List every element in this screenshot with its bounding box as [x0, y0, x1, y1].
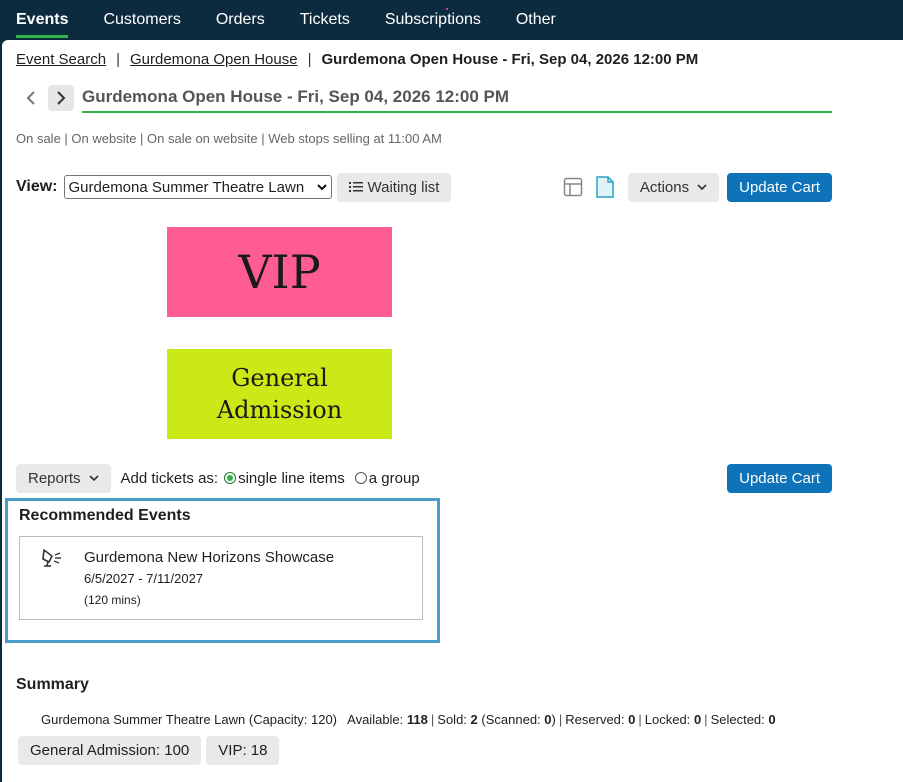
recommended-event-dates: 6/5/2027 - 7/11/2027 — [84, 571, 204, 586]
nav-other[interactable]: Other — [516, 0, 556, 40]
previous-performance-button[interactable] — [18, 85, 44, 111]
selected-label: Selected: — [710, 712, 765, 727]
recommended-event-name[interactable]: Gurdemona New Horizons Showcase — [84, 549, 334, 566]
main-panel: Event Search | Gurdemona Open House | Gu… — [2, 40, 903, 782]
ga-label-line1: General — [231, 364, 328, 392]
waiting-list-button[interactable]: Waiting list — [336, 172, 452, 202]
selected-count: 0 — [768, 712, 776, 727]
top-nav: Events Customers Orders Tickets Subscrip… — [0, 0, 903, 40]
nav-subscriptions[interactable]: Subscriptions — [385, 0, 481, 40]
waiting-list-label: Waiting list — [367, 178, 440, 196]
chevron-down-icon — [316, 184, 327, 191]
chevron-down-icon — [697, 184, 707, 191]
summary-venue: Gurdemona Summer Theatre Lawn (Capacity:… — [41, 712, 338, 727]
spotlight-icon — [42, 549, 61, 567]
recommended-event-duration: (120 mins) — [84, 593, 141, 607]
recommended-events-title: Recommended Events — [19, 507, 191, 524]
chip-vip[interactable]: VIP: 18 — [206, 736, 280, 765]
chevron-left-icon — [26, 91, 35, 105]
nav-orders[interactable]: Orders — [216, 0, 265, 40]
add-tickets-as-label: Add tickets as: — [120, 469, 219, 487]
group-label[interactable]: a group — [369, 470, 420, 487]
recommended-events-panel: Recommended Events Gurdemona New Horizon… — [5, 498, 440, 643]
nav-indicator-dot — [446, 8, 448, 10]
list-icon — [348, 182, 363, 192]
reserved-count: 0 — [628, 712, 636, 727]
document-icon — [596, 176, 614, 198]
scanned-count: 0 — [544, 712, 552, 727]
view-select[interactable]: Gurdemona Summer Theatre Lawn — [63, 175, 332, 199]
general-admission-label: General Admission — [217, 362, 342, 426]
update-cart-button[interactable]: Update Cart — [727, 172, 832, 202]
view-select-value: Gurdemona Summer Theatre Lawn — [68, 178, 305, 196]
breadcrumb: Event Search | Gurdemona Open House | Gu… — [16, 51, 698, 68]
locked-count: 0 — [693, 712, 702, 727]
actions-menu-button[interactable]: Actions — [627, 172, 720, 202]
vip-section[interactable]: VIP — [167, 227, 392, 317]
event-status: On sale | On website | On sale on websit… — [16, 131, 442, 146]
view-label: View: — [16, 178, 58, 195]
group-radio[interactable] — [354, 472, 367, 484]
chevron-right-icon — [57, 91, 66, 105]
nav-events[interactable]: Events — [16, 0, 69, 40]
ticket-options-row: Reports Add tickets as: single line item… — [16, 463, 832, 493]
breadcrumb-event-search[interactable]: Event Search — [16, 51, 106, 68]
actions-label: Actions — [639, 178, 690, 196]
summary-title: Summary — [16, 676, 89, 693]
summary-line: Gurdemona Summer Theatre Lawn (Capacity:… — [41, 712, 776, 727]
chevron-down-icon — [88, 475, 99, 482]
general-admission-section[interactable]: General Admission — [167, 349, 392, 439]
breadcrumb-separator: | — [307, 51, 312, 68]
breadcrumb-separator: | — [116, 51, 120, 68]
table-view-button[interactable] — [562, 176, 584, 198]
recommended-event-card[interactable]: Gurdemona New Horizons Showcase 6/5/2027… — [19, 536, 423, 620]
sold-count: 2 — [470, 712, 478, 727]
performance-title-field[interactable]: Gurdemona Open House - Fri, Sep 04, 2026… — [82, 83, 832, 113]
reserved-label: Reserved: — [565, 712, 625, 727]
sold-label: Sold: — [437, 712, 467, 727]
breadcrumb-current: Gurdemona Open House - Fri, Sep 04, 2026… — [321, 51, 699, 68]
reports-label: Reports — [28, 469, 81, 487]
nav-tickets[interactable]: Tickets — [300, 0, 350, 40]
nav-customers[interactable]: Customers — [103, 0, 180, 40]
table-icon — [563, 177, 583, 197]
single-line-items-label[interactable]: single line items — [238, 470, 345, 487]
next-performance-button[interactable] — [48, 85, 74, 111]
map-view-button[interactable] — [594, 176, 616, 198]
event-title-row: Gurdemona Open House - Fri, Sep 04, 2026… — [18, 83, 832, 113]
scanned-label: (Scanned: — [481, 712, 541, 727]
available-label: Available: — [347, 712, 404, 727]
update-cart-button-bottom[interactable]: Update Cart — [727, 463, 832, 493]
view-toolbar: View: Gurdemona Summer Theatre Lawn Wait… — [16, 172, 832, 202]
breadcrumb-event[interactable]: Gurdemona Open House — [130, 51, 298, 68]
single-line-items-radio[interactable] — [224, 472, 237, 484]
price-zone-chips: General Admission: 100 VIP: 18 — [18, 736, 284, 765]
ga-label-line2: Admission — [216, 396, 343, 424]
locked-label: Locked: — [644, 712, 691, 727]
scanned-close: ) — [551, 712, 556, 727]
add-tickets-as: Add tickets as: single line items a grou… — [121, 470, 420, 487]
chip-general-admission[interactable]: General Admission: 100 — [18, 736, 202, 765]
vip-section-label: VIP — [238, 245, 321, 299]
reports-menu-button[interactable]: Reports — [16, 463, 111, 493]
available-count: 118 — [406, 712, 428, 727]
